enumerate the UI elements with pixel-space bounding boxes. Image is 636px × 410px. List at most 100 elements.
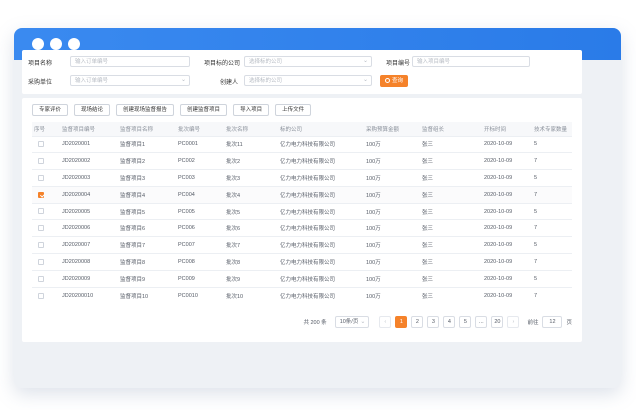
total-count: 共 200 条 (303, 320, 327, 326)
next-page-button[interactable]: › (507, 316, 520, 328)
cell-code: JD2020008 (60, 253, 118, 271)
cell-batch-code: PC006 (176, 219, 224, 237)
cell-batch-name: 批次2 (224, 152, 278, 170)
cell-open-time: 2020-10-09 (482, 152, 532, 170)
table-row[interactable]: JD2020007 监督项目7 PC007 批次7 亿力电力科技有限公司 100万 张三 20… (32, 236, 572, 254)
project-name-input[interactable]: 输入订单编号 (70, 56, 190, 67)
cell-code: JD20200010 (60, 286, 118, 304)
cell-code: JD2020002 (60, 152, 118, 170)
page-button[interactable]: 3 (427, 316, 440, 328)
cell-leader: 张三 (420, 253, 482, 271)
page-button[interactable]: 5 (459, 316, 472, 328)
cell-company: 亿力电力科技有限公司 (278, 202, 364, 220)
cell-leader: 张三 (420, 202, 482, 220)
column-header: 开标时间 (482, 122, 532, 136)
supervisor-company-label: 项目标的公司 (204, 61, 241, 67)
creator-placeholder: 选择标的公司 (249, 78, 283, 84)
table-row[interactable]: JD2020002 监督项目2 PC002 批次2 亿力电力科技有限公司 100万 张三 20… (32, 152, 572, 170)
page-button[interactable]: 4 (443, 316, 456, 328)
window-dot-2[interactable] (50, 38, 62, 50)
row-checkbox[interactable] (38, 225, 44, 232)
cell-open-time: 2020-10-09 (482, 236, 532, 254)
table-row[interactable]: JD2020009 监督项目9 PC009 批次9 亿力电力科技有限公司 100万 张三 20… (32, 269, 572, 288)
data-table: 序号 监督项目编号 监督项目名称 批次编号 批次名称 标的公司 采购预算金额 监督组长 开标时间… (32, 122, 572, 304)
row-checkbox[interactable] (38, 191, 44, 198)
cell-leader: 张三 (420, 152, 482, 170)
toolbar-button[interactable]: 创建监督项目 (180, 104, 228, 116)
cell-leader: 张三 (420, 135, 482, 153)
row-checkbox[interactable] (38, 292, 44, 299)
cell-experts: 5 (532, 236, 572, 254)
window-dot-3[interactable] (68, 38, 80, 50)
project-code-input[interactable]: 输入项目编号 (412, 56, 530, 67)
cell-batch-code: PC0010 (176, 286, 224, 304)
cell-budget: 100万 (364, 135, 420, 153)
page-size-select[interactable]: 10条/页 ⌄ (334, 316, 370, 328)
cell-batch-name: 批次11 (224, 135, 278, 153)
table-row[interactable]: JD2020005 监督项目5 PC005 批次5 亿力电力科技有限公司 100万 张三 20… (32, 202, 572, 220)
table-row[interactable]: JD2020003 监督项目3 PC003 批次3 亿力电力科技有限公司 100万 张三 20… (32, 169, 572, 187)
prev-page-button[interactable]: ‹ (379, 316, 392, 328)
toolbar: 专家评价 现场结论 创建现场监督报告 创建监督项目 导入项目 上传文件 (32, 104, 312, 116)
purchase-unit-select[interactable]: 输入订单编号 ⌄ (70, 75, 190, 86)
page-button[interactable]: 20 (491, 316, 504, 328)
cell-open-time: 2020-10-09 (482, 219, 532, 237)
cell-budget: 100万 (364, 202, 420, 220)
supervisor-company-select[interactable]: 选择标的公司 ⌄ (244, 56, 372, 67)
cell-budget: 100万 (364, 185, 420, 204)
page-button[interactable]: 2 (411, 316, 424, 328)
cell-batch-code: PC007 (176, 236, 224, 254)
toolbar-button[interactable]: 上传文件 (275, 104, 312, 116)
cell-code: JD2020009 (60, 269, 118, 288)
project-code-placeholder: 输入项目编号 (417, 59, 451, 65)
cell-company: 亿力电力科技有限公司 (278, 286, 364, 304)
creator-select[interactable]: 选择标的公司 ⌄ (244, 75, 372, 86)
search-button[interactable]: 查询 (380, 75, 409, 87)
row-checkbox[interactable] (38, 174, 44, 181)
cell-code: JD2020006 (60, 219, 118, 237)
window-dot-1[interactable] (32, 38, 44, 50)
cell-experts: 5 (532, 169, 572, 187)
page-button[interactable]: 1 (395, 316, 408, 328)
row-checkbox[interactable] (38, 275, 44, 282)
table-row[interactable]: JD2020004 监督项目4 PC004 批次4 亿力电力科技有限公司 100万 张三 20… (32, 185, 572, 204)
cell-batch-code: PC008 (176, 253, 224, 271)
cell-experts: 7 (532, 286, 572, 304)
toolbar-button[interactable]: 现场结论 (74, 104, 111, 116)
row-checkbox-cell (32, 269, 60, 288)
table-body: JD2020001 监督项目1 PC0001 批次11 亿力电力科技有限公司 100万 张三… (32, 135, 572, 304)
cell-company: 亿力电力科技有限公司 (278, 169, 364, 187)
table-row[interactable]: JD20200010 监督项目10 PC0010 批次10 亿力电力科技有限公司 100万… (32, 286, 572, 304)
column-header: 采购预算金额 (364, 122, 420, 136)
chevron-down-icon: ⌄ (180, 77, 186, 83)
main-content: 项目名称 输入订单编号 项目标的公司 选择标的公司 ⌄ 项目编号 输入项目编号 采… (22, 50, 582, 342)
cell-open-time: 2020-10-09 (482, 185, 532, 204)
cell-batch-name: 批次5 (224, 202, 278, 220)
cell-open-time: 2020-10-09 (482, 286, 532, 304)
jump-page-input[interactable]: 12 (542, 316, 563, 328)
chevron-down-icon: ⌄ (360, 319, 366, 325)
row-checkbox[interactable] (38, 157, 44, 164)
page-size-value: 10条/页 (339, 319, 359, 325)
cell-open-time: 2020-10-09 (482, 269, 532, 288)
row-checkbox[interactable] (38, 208, 44, 215)
cell-code: JD2020003 (60, 169, 118, 187)
toolbar-button[interactable]: 专家评价 (32, 104, 69, 116)
cell-batch-code: PC005 (176, 202, 224, 220)
row-checkbox-cell (32, 253, 60, 271)
table-row[interactable]: JD2020008 监督项目8 PC008 批次8 亿力电力科技有限公司 100万 张三 20… (32, 253, 572, 271)
cell-budget: 100万 (364, 219, 420, 237)
cell-batch-code: PC0001 (176, 135, 224, 153)
toolbar-button[interactable]: 导入项目 (233, 104, 270, 116)
cell-company: 亿力电力科技有限公司 (278, 135, 364, 153)
table-row[interactable]: JD2020006 监督项目6 PC006 批次6 亿力电力科技有限公司 100万 张三 20… (32, 219, 572, 237)
cell-company: 亿力电力科技有限公司 (278, 219, 364, 237)
row-checkbox[interactable] (38, 141, 44, 148)
row-checkbox[interactable] (38, 241, 44, 248)
row-checkbox[interactable] (38, 258, 44, 265)
row-checkbox-cell (32, 135, 60, 153)
table-row[interactable]: JD2020001 监督项目1 PC0001 批次11 亿力电力科技有限公司 100万 张三… (32, 135, 572, 153)
page-ellipsis[interactable]: ... (475, 316, 488, 328)
cell-batch-code: PC003 (176, 169, 224, 187)
toolbar-button[interactable]: 创建现场监督报告 (116, 104, 175, 116)
